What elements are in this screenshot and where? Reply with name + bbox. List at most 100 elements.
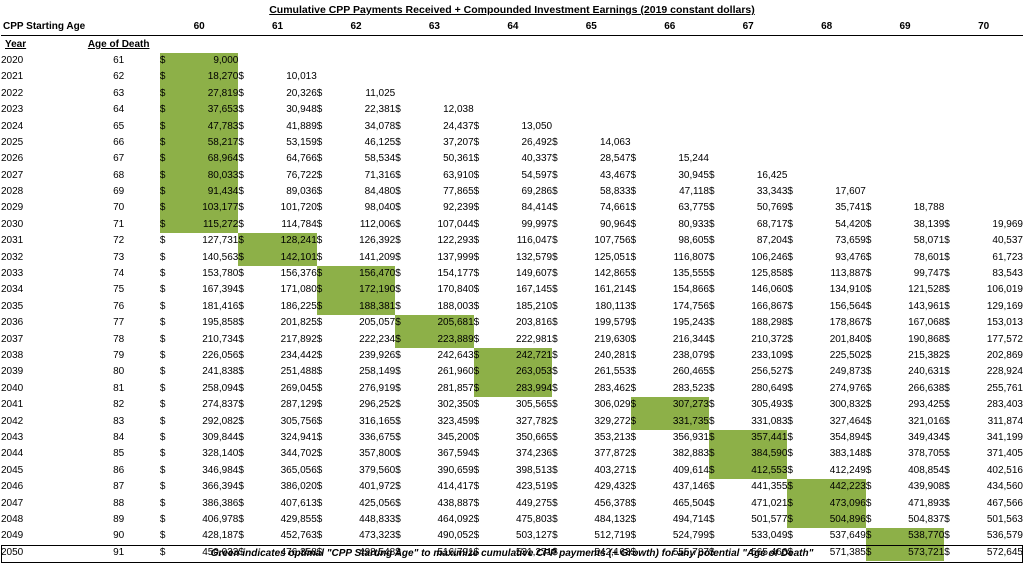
table-row: 2038 79 $226,056 $234,442 $239,926 $242,643 $2… — [1, 347, 1023, 365]
currency-symbol: $ — [159, 183, 170, 201]
age-of-death-cell: 90 — [113, 530, 125, 542]
starting-age-header: 69 — [865, 19, 945, 37]
currency-symbol — [866, 69, 876, 85]
year-cell: 2037 — [1, 333, 24, 345]
currency-symbol: $ — [238, 284, 244, 296]
currency-symbol: $ — [787, 202, 793, 214]
age-of-death-cell: 74 — [113, 268, 125, 280]
currency-symbol: $ — [238, 87, 244, 99]
value-cell: 77,865 — [443, 186, 474, 198]
optimal-value-cell: 331,735 — [640, 413, 709, 430]
optimal-value-cell: 242,721 — [483, 347, 553, 365]
currency-symbol: $ — [316, 218, 323, 230]
value-cell: 261,553 — [594, 366, 631, 378]
value-cell: 240,631 — [908, 366, 945, 378]
value-cell: 524,799 — [672, 530, 709, 542]
value-cell: 354,894 — [829, 431, 866, 443]
table-row: 2049 90 $428,187 $452,763 $473,323 $490,052 $5… — [1, 528, 1023, 545]
value-cell: 494,714 — [672, 513, 709, 525]
year-cell: 2022 — [1, 87, 24, 99]
value-cell: 383,148 — [829, 448, 866, 460]
currency-symbol — [944, 200, 954, 216]
optimal-value-cell: 412,553 — [719, 462, 788, 479]
currency-symbol: $ — [630, 300, 637, 312]
value-cell — [876, 102, 944, 118]
value-cell — [484, 53, 552, 69]
currency-symbol: $ — [395, 153, 401, 165]
value-cell: 408,854 — [908, 464, 945, 476]
currency-symbol: $ — [395, 382, 401, 394]
value-cell: 219,630 — [594, 333, 631, 345]
value-cell: 324,941 — [280, 431, 317, 443]
value-cell: 132,579 — [515, 251, 553, 263]
value-cell — [641, 102, 709, 118]
currency-symbol: $ — [473, 202, 480, 214]
table-row: 2022 63 $27,819 $20,326 $11,025 — [1, 85, 1023, 102]
currency-symbol: $ — [238, 186, 244, 198]
currency-symbol: $ — [238, 104, 244, 116]
value-cell: 292,082 — [202, 415, 239, 427]
currency-symbol: $ — [316, 202, 323, 214]
currency-symbol — [787, 102, 797, 118]
value-cell: 140,563 — [202, 251, 239, 263]
currency-symbol: $ — [708, 268, 715, 280]
currency-symbol: $ — [865, 235, 872, 247]
table-title: Cumulative CPP Payments Received + Compo… — [269, 4, 755, 16]
optimal-value-cell: 142,101 — [248, 249, 317, 266]
currency-symbol: $ — [316, 350, 323, 361]
currency-symbol: $ — [238, 382, 244, 394]
value-cell: 251,488 — [280, 366, 317, 378]
currency-symbol: $ — [552, 481, 558, 493]
currency-symbol: $ — [708, 218, 715, 230]
currency-symbol: $ — [238, 431, 244, 443]
currency-symbol: $ — [552, 317, 558, 329]
value-cell: 407,613 — [280, 497, 317, 509]
optimal-value-cell: 188,381 — [326, 298, 396, 316]
starting-age-header: 65 — [552, 19, 631, 37]
value-cell: 448,833 — [359, 513, 396, 525]
value-cell: 99,997 — [521, 218, 553, 230]
value-cell — [562, 118, 630, 134]
currency-symbol: $ — [944, 431, 950, 443]
currency-symbol: $ — [473, 497, 480, 509]
value-cell: 84,414 — [521, 202, 553, 214]
table-row: 2033 74 $153,780 $156,376 $156,470 $154,177 $1… — [1, 265, 1023, 283]
currency-symbol: $ — [944, 284, 950, 296]
currency-symbol: $ — [787, 495, 798, 512]
currency-symbol: $ — [159, 101, 170, 119]
optimal-value-cell: 223,889 — [405, 331, 474, 348]
currency-symbol: $ — [865, 497, 872, 509]
optimal-value-cell: 18,270 — [169, 69, 239, 86]
currency-symbol: $ — [630, 396, 641, 414]
value-cell: 536,579 — [986, 530, 1023, 542]
currency-symbol — [787, 168, 797, 184]
currency-symbol: $ — [473, 347, 484, 365]
age-of-death-cell: 69 — [113, 186, 125, 198]
currency-symbol — [709, 102, 719, 118]
currency-symbol: $ — [316, 282, 327, 299]
currency-symbol: $ — [395, 530, 401, 542]
currency-symbol: $ — [630, 497, 637, 509]
value-cell: 456,378 — [594, 497, 631, 509]
currency-symbol: $ — [395, 300, 401, 312]
currency-symbol: $ — [238, 218, 244, 230]
currency-symbol: $ — [865, 366, 872, 378]
value-cell: 225,502 — [829, 350, 866, 361]
value-cell: 429,432 — [594, 481, 631, 493]
age-of-death-cell: 89 — [113, 513, 125, 525]
value-cell: 11,025 — [365, 87, 396, 99]
value-cell: 382,883 — [672, 448, 709, 460]
currency-symbol: $ — [238, 120, 244, 132]
currency-symbol — [552, 118, 562, 134]
year-cell: 2031 — [1, 235, 24, 247]
value-cell: 305,565 — [515, 399, 553, 411]
value-cell: 281,857 — [437, 382, 474, 394]
value-cell: 46,125 — [364, 136, 396, 148]
currency-symbol — [631, 53, 641, 69]
value-cell: 537,649 — [829, 530, 866, 542]
currency-symbol: $ — [787, 366, 793, 378]
value-cell: 366,394 — [202, 481, 239, 493]
starting-age-header: 62 — [316, 19, 396, 37]
currency-symbol: $ — [552, 300, 558, 312]
value-cell: 350,665 — [515, 431, 553, 443]
